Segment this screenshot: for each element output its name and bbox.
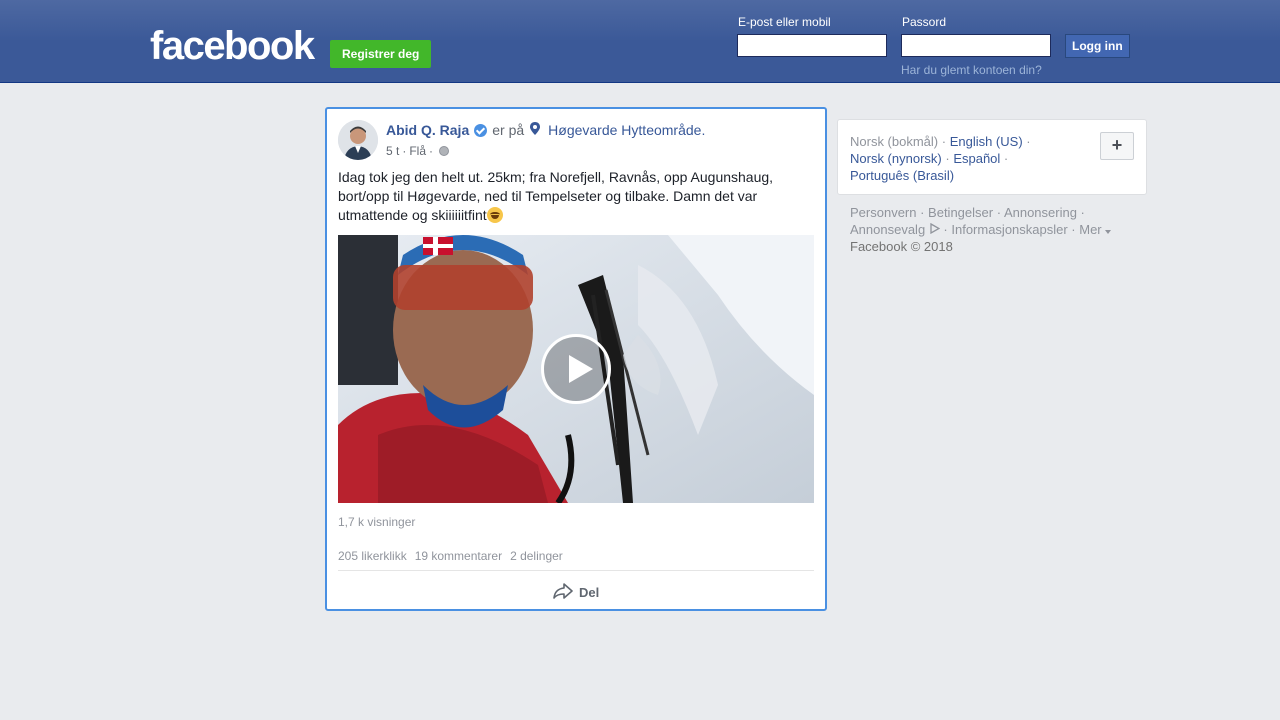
- post-text-body: Idag tok jeg den helt ut. 25km; fra Nore…: [338, 169, 774, 223]
- language-option[interactable]: English (US): [950, 134, 1023, 149]
- forgot-account-link[interactable]: Har du glemt kontoen din?: [901, 63, 1042, 77]
- meta-separator: ·: [429, 144, 434, 158]
- register-button[interactable]: Registrer deg: [330, 40, 432, 68]
- likes-count[interactable]: 205 likerklikk: [338, 549, 407, 563]
- post-card: Abid Q. Raja er på Høgevarde Hytteområde…: [325, 107, 827, 611]
- more-languages-button[interactable]: +: [1100, 132, 1134, 160]
- top-bar: facebook Registrer deg E-post eller mobi…: [0, 0, 1280, 83]
- footer-links: Personvern · Betingelser · Annonsering ·…: [850, 204, 1130, 255]
- footer-link[interactable]: Personvern: [850, 205, 916, 220]
- globe-icon: [439, 146, 450, 156]
- share-icon: [553, 582, 573, 602]
- location-pin-icon: [530, 122, 541, 138]
- password-input[interactable]: [901, 34, 1051, 57]
- post-text: Idag tok jeg den helt ut. 25km; fra Nore…: [338, 168, 793, 225]
- language-option[interactable]: Norsk (nynorsk): [850, 151, 942, 166]
- author-name[interactable]: Abid Q. Raja: [386, 122, 469, 138]
- facebook-logo[interactable]: facebook: [150, 26, 315, 66]
- post-time[interactable]: 5 t: [386, 144, 399, 158]
- email-label: E-post eller mobil: [738, 15, 831, 29]
- post-meta: 5 t · Flå ·: [386, 144, 450, 158]
- smile-emoji-icon: [486, 207, 503, 223]
- view-count: 1,7 k visninger: [338, 515, 416, 529]
- email-input[interactable]: [737, 34, 887, 57]
- video-player[interactable]: [338, 235, 814, 503]
- footer-link[interactable]: Informasjonskapsler: [951, 222, 1067, 237]
- share-button[interactable]: Del: [553, 581, 599, 603]
- password-label: Passord: [902, 15, 947, 29]
- location-link[interactable]: Høgevarde Hytteområde.: [548, 122, 705, 138]
- language-option[interactable]: Español: [953, 151, 1000, 166]
- meta-separator: ·: [402, 144, 407, 158]
- footer-link[interactable]: Mer: [1079, 222, 1101, 237]
- language-option[interactable]: Português (Brasil): [850, 168, 954, 183]
- footer-link[interactable]: Annonsevalg: [850, 222, 925, 237]
- footer-link[interactable]: Betingelser: [928, 205, 993, 220]
- language-list: Norsk (bokmål) · English (US) · Norsk (n…: [850, 134, 1031, 183]
- shares-count[interactable]: 2 delinger: [510, 549, 563, 563]
- copyright: Facebook © 2018: [850, 239, 953, 254]
- divider: [338, 570, 814, 571]
- post-verb: er på: [492, 122, 525, 138]
- play-button[interactable]: [541, 334, 611, 404]
- current-language: Norsk (bokmål): [850, 134, 939, 149]
- language-selector: Norsk (bokmål) · English (US) · Norsk (n…: [837, 119, 1147, 195]
- login-button[interactable]: Logg inn: [1065, 34, 1130, 58]
- post-header: Abid Q. Raja er på Høgevarde Hytteområde…: [386, 122, 705, 138]
- adchoices-icon: [929, 222, 941, 237]
- share-label: Del: [579, 584, 600, 600]
- caret-down-icon: [1105, 222, 1112, 237]
- post-place[interactable]: Flå: [409, 144, 426, 158]
- avatar[interactable]: [338, 120, 378, 160]
- post-stats: 205 likerklikk 19 kommentarer 2 delinger: [338, 549, 563, 563]
- footer-link[interactable]: Annonsering: [1004, 205, 1077, 220]
- comments-count[interactable]: 19 kommentarer: [415, 549, 502, 563]
- verified-badge-icon: [474, 123, 488, 137]
